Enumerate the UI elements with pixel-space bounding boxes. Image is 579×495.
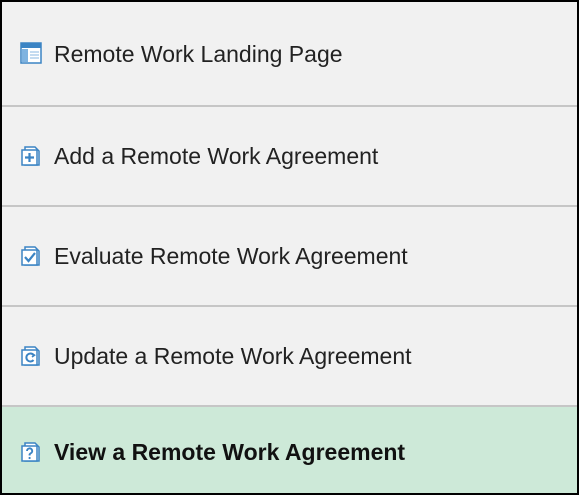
menu-item-view-agreement[interactable]: View a Remote Work Agreement (2, 407, 577, 493)
add-document-icon (20, 145, 42, 167)
landing-page-icon (20, 42, 42, 64)
update-document-icon (20, 345, 42, 367)
navigation-menu: Remote Work Landing Page Add a Remote Wo… (0, 0, 579, 495)
menu-item-evaluate-agreement[interactable]: Evaluate Remote Work Agreement (2, 207, 577, 305)
menu-item-update-agreement[interactable]: Update a Remote Work Agreement (2, 307, 577, 405)
menu-item-label: Remote Work Landing Page (54, 41, 343, 67)
menu-item-remote-work-landing-page[interactable]: Remote Work Landing Page (2, 2, 577, 105)
view-document-icon (20, 441, 42, 463)
menu-item-add-agreement[interactable]: Add a Remote Work Agreement (2, 107, 577, 205)
menu-item-label: Update a Remote Work Agreement (54, 343, 412, 369)
evaluate-document-icon (20, 245, 42, 267)
menu-item-label: Add a Remote Work Agreement (54, 143, 379, 169)
menu-item-label: View a Remote Work Agreement (54, 439, 406, 465)
menu-item-label: Evaluate Remote Work Agreement (54, 243, 408, 269)
